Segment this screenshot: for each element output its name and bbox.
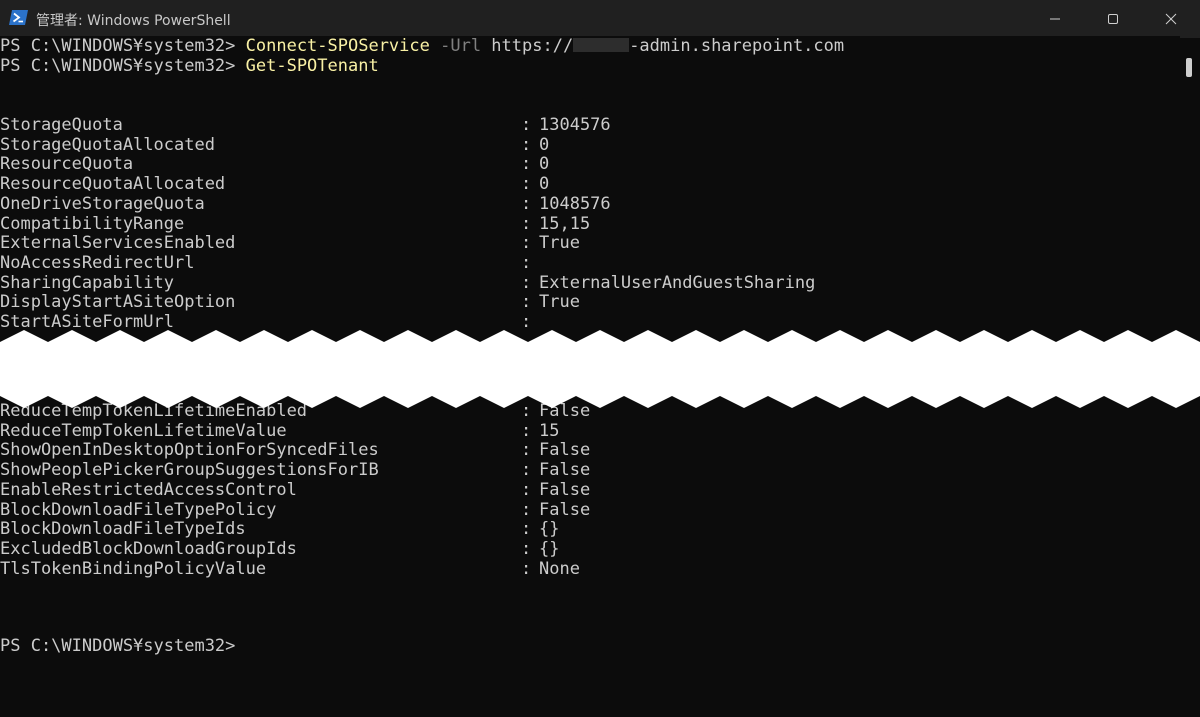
property-row: ShowPeoplePickerGroupSuggestionsForIB: Fa… [0, 460, 1180, 480]
title-bar[interactable]: 管理者: Windows PowerShell [0, 0, 1200, 38]
property-value: False [539, 440, 591, 461]
minimize-button[interactable] [1026, 0, 1084, 38]
property-name: ReduceTempTokenLifetimeValue [0, 420, 287, 441]
property-row: TlsTokenBindingPolicyValue: None [0, 559, 1180, 579]
property-value: 15 [539, 420, 560, 441]
close-icon [1165, 13, 1177, 25]
property-row: ResourceQuota:0 [0, 154, 1180, 174]
property-value: 1048576 [539, 193, 611, 214]
property-row: ExcludedBlockDownloadGroupIds: {} [0, 539, 1180, 559]
property-separator: : [521, 460, 532, 481]
property-separator: : [521, 479, 532, 500]
property-name: StorageQuotaAllocated [0, 134, 215, 155]
close-button[interactable] [1142, 0, 1200, 38]
property-name: StartASiteFormUrl [0, 312, 174, 332]
property-row: ReduceTempTokenLifetimeValue:15 [0, 421, 1180, 441]
property-name: EnableRestrictedAccessControl [0, 479, 297, 500]
property-name: BlockDownloadFileTypeIds [0, 519, 246, 540]
property-name: OneDriveStorageQuota [0, 193, 205, 214]
property-row: CompatibilityRange:15,15 [0, 214, 1180, 234]
property-name: TlsTokenBindingPolicyValue [0, 558, 267, 579]
property-separator: : [521, 115, 532, 135]
property-name: ShowPeoplePickerGroupSuggestionsForIB [0, 460, 379, 481]
property-name: BlockDownloadFileTypePolicy [0, 499, 277, 520]
property-row: StorageQuotaAllocated:0 [0, 135, 1180, 155]
torn-edge-divider [0, 330, 1200, 408]
property-value: 0 [539, 174, 550, 195]
property-value: 0 [539, 154, 550, 175]
redacted-tenant-name [573, 37, 630, 52]
property-value: False [539, 460, 591, 481]
property-name: StorageQuota [0, 115, 123, 135]
property-value: False [539, 479, 591, 500]
property-name: ExternalServicesEnabled [0, 233, 236, 254]
property-row: EnableRestrictedAccessControl: False [0, 480, 1180, 500]
property-name: ResourceQuota [0, 154, 134, 175]
property-separator: : [521, 292, 532, 313]
property-value: 0 [539, 134, 550, 155]
maximize-icon [1107, 13, 1119, 25]
property-row: ShowOpenInDesktopOptionForSyncedFiles: Fa… [0, 440, 1180, 460]
property-separator: : [521, 272, 532, 293]
property-name: CompatibilityRange [0, 213, 185, 234]
property-value: 15,15 [539, 213, 591, 234]
property-separator: : [521, 499, 532, 520]
property-separator: : [521, 213, 532, 234]
property-name: ShowOpenInDesktopOptionForSyncedFiles [0, 440, 379, 461]
property-row: OneDriveStorageQuota:1048576 [0, 194, 1180, 214]
property-separator: : [521, 134, 532, 155]
command-argument-suffix: -admin.sharepoint.com [629, 36, 845, 56]
powershell-icon [9, 10, 28, 25]
property-name: NoAccessRedirectUrl [0, 252, 195, 273]
property-row: StartASiteFormUrl: [0, 312, 1180, 332]
property-separator: : [521, 154, 532, 175]
property-row: SharingCapability: ExternalUserAndGuestSh… [0, 273, 1180, 293]
property-separator: : [521, 193, 532, 214]
window-title: 管理者: Windows PowerShell [36, 13, 231, 29]
property-row: ResourceQuotaAllocated:0 [0, 174, 1180, 194]
property-row: StorageQuota:1304576 [0, 115, 1180, 135]
property-value: {} [539, 519, 560, 540]
property-row: BlockDownloadFileTypeIds: {} [0, 519, 1180, 539]
prompt-text: PS C:\WINDOWS¥system32> [0, 636, 236, 656]
property-separator: : [521, 174, 532, 195]
prompt-text: PS C:\WINDOWS¥system32> [0, 56, 246, 76]
property-separator: : [521, 538, 532, 559]
property-separator: : [521, 440, 532, 461]
property-row: ExternalServicesEnabled: True [0, 233, 1180, 253]
property-separator: : [521, 519, 532, 540]
property-separator: : [521, 252, 532, 273]
property-value: {} [539, 538, 560, 559]
property-separator: : [521, 312, 532, 332]
property-name: ExcludedBlockDownloadGroupIds [0, 538, 297, 559]
command-name: Get-SPOTenant [245, 56, 379, 76]
property-row: DisplayStartASiteOption: True [0, 292, 1180, 312]
minimize-icon [1049, 13, 1061, 25]
property-value: ExternalUserAndGuestSharing [539, 272, 816, 293]
property-row: NoAccessRedirectUrl: [0, 253, 1180, 273]
property-name: SharingCapability [0, 272, 174, 293]
property-value: True [539, 233, 580, 254]
maximize-button[interactable] [1084, 0, 1142, 38]
prompt-text: PS C:\WINDOWS¥system32> [0, 36, 246, 56]
command-name: Connect-SPOService [245, 36, 430, 56]
property-value: False [539, 499, 591, 520]
property-value: True [539, 292, 580, 313]
property-name: DisplayStartASiteOption [0, 292, 236, 313]
property-row: BlockDownloadFileTypePolicy: False [0, 500, 1180, 520]
property-separator: : [521, 420, 532, 441]
property-value: None [539, 558, 580, 579]
property-separator: : [521, 233, 532, 254]
property-separator: : [521, 558, 532, 579]
command-argument: https:// [481, 36, 574, 56]
command-line-get-tenant: PS C:\WINDOWS¥system32> Get-SPOTenant [0, 56, 379, 76]
property-value: 1304576 [539, 115, 611, 135]
command-line-connect: PS C:\WINDOWS¥system32> Connect-SPOServi… [0, 36, 844, 56]
scrollbar-thumb[interactable] [1186, 58, 1192, 77]
property-name: ResourceQuotaAllocated [0, 174, 226, 195]
final-prompt-line: PS C:\WINDOWS¥system32> [0, 636, 235, 656]
command-parameter: -Url [429, 36, 482, 56]
